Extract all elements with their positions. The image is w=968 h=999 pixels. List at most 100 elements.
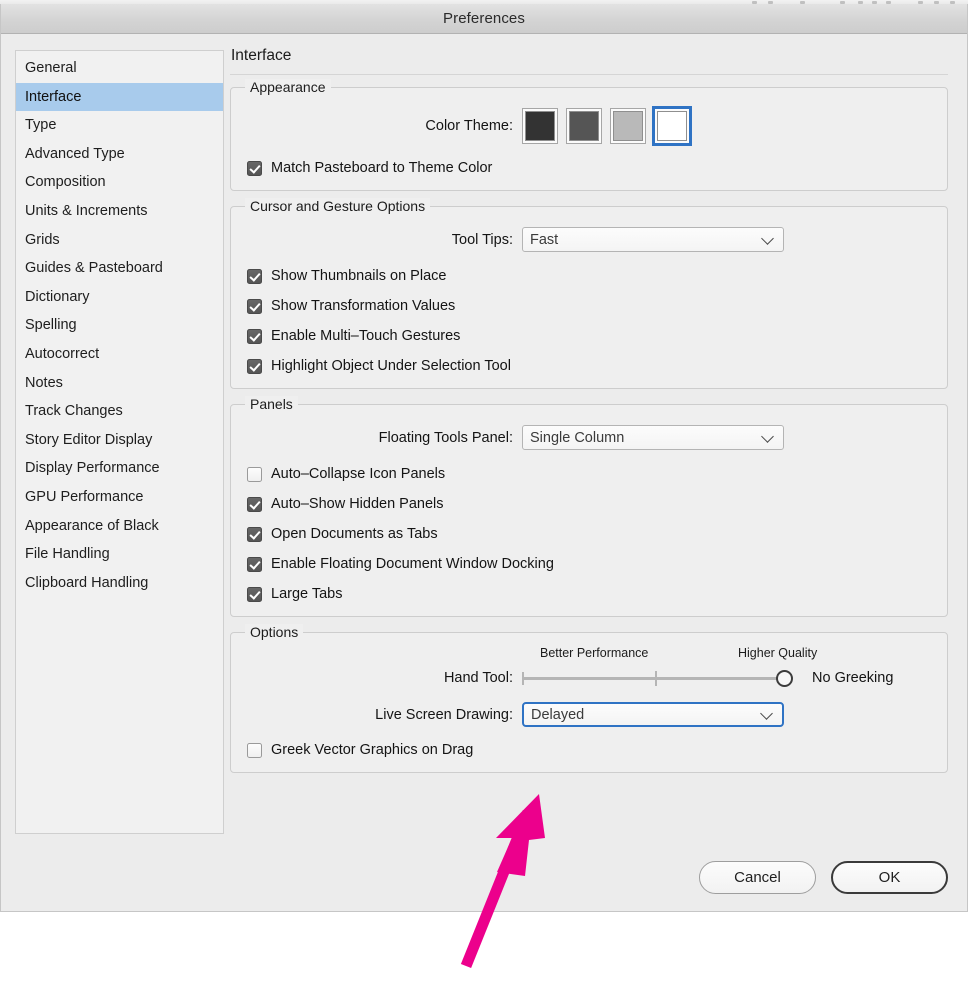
color-theme-label: Color Theme:	[425, 118, 513, 134]
panels-checkbox-1[interactable]	[247, 496, 262, 512]
cursor-checkbox-row-3[interactable]: Highlight Object Under Selection Tool	[247, 358, 931, 374]
color-theme-swatch-light[interactable]	[610, 108, 646, 144]
panels-checkbox-label-2: Open Documents as Tabs	[271, 526, 438, 542]
match-pasteboard-label: Match Pasteboard to Theme Color	[271, 160, 493, 176]
sidebar-item-label: General	[25, 60, 77, 76]
sidebar-item-composition[interactable]: Composition	[16, 168, 223, 197]
sidebar-item-grids[interactable]: Grids	[16, 226, 223, 255]
cursor-gesture-group: Cursor and Gesture Options Tool Tips: Fa…	[230, 198, 948, 389]
options-group: Options Better Performance Higher Qualit…	[230, 624, 948, 773]
sidebar-item-spelling[interactable]: Spelling	[16, 311, 223, 340]
sidebar-item-appearance-of-black[interactable]: Appearance of Black	[16, 512, 223, 541]
floating-tools-select[interactable]: Single Column	[522, 425, 784, 450]
cancel-button[interactable]: Cancel	[699, 861, 816, 894]
cursor-checkbox-list: Show Thumbnails on Place Show Transformat…	[247, 268, 931, 374]
preferences-category-list[interactable]: General Interface Type Advanced Type Composi…	[15, 50, 224, 834]
greek-vector-checkbox[interactable]	[247, 742, 262, 758]
panels-checkbox-row-4[interactable]: Large Tabs	[247, 586, 931, 602]
sidebar-item-dictionary[interactable]: Dictionary	[16, 283, 223, 312]
greek-vector-checkbox-row[interactable]: Greek Vector Graphics on Drag	[247, 742, 931, 758]
slider-middle-tick	[655, 671, 657, 686]
sidebar-item-label: Advanced Type	[25, 145, 125, 162]
panels-checkbox-4[interactable]	[247, 586, 262, 602]
panels-checkbox-row-3[interactable]: Enable Floating Document Window Docking	[247, 556, 931, 572]
cursor-checkbox-row-0[interactable]: Show Thumbnails on Place	[247, 268, 931, 284]
panels-checkbox-label-1: Auto–Show Hidden Panels	[271, 496, 444, 512]
sidebar-item-gpu-performance[interactable]: GPU Performance	[16, 483, 223, 512]
sidebar-item-label: Track Changes	[25, 403, 123, 420]
color-theme-swatch-lightest[interactable]	[652, 106, 692, 146]
live-screen-drawing-select[interactable]: Delayed	[522, 702, 784, 727]
floating-tools-label: Floating Tools Panel:	[378, 429, 513, 446]
panels-checkbox-row-2[interactable]: Open Documents as Tabs	[247, 526, 931, 542]
sidebar-item-story-editor-display[interactable]: Story Editor Display	[16, 426, 223, 455]
sidebar-item-label: Interface	[25, 88, 82, 105]
cursor-checkbox-row-2[interactable]: Enable Multi–Touch Gestures	[247, 328, 931, 344]
sidebar-item-type[interactable]: Type	[16, 111, 223, 140]
slider-thumb[interactable]	[776, 670, 793, 687]
sidebar-item-label: Units & Increments	[25, 202, 148, 219]
color-theme-swatch-dark[interactable]	[522, 108, 558, 144]
color-theme-swatch-medium-dark[interactable]	[566, 108, 602, 144]
sidebar-item-interface[interactable]: Interface	[16, 82, 223, 112]
cursor-checkbox-1[interactable]	[247, 298, 262, 314]
cursor-checkbox-2[interactable]	[247, 328, 262, 344]
slider-start-tick	[522, 672, 524, 685]
hand-tool-row: Hand Tool: No Greeking	[247, 667, 931, 689]
color-theme-swatches[interactable]	[522, 106, 692, 146]
tool-tips-value: Fast	[530, 231, 559, 248]
cursor-checkbox-row-1[interactable]: Show Transformation Values	[247, 298, 931, 314]
sidebar-item-label: Type	[25, 117, 57, 134]
preferences-dialog: Preferences General Interface Type Advanced…	[0, 4, 968, 912]
sidebar-item-label: Spelling	[25, 317, 77, 334]
sidebar-item-units-increments[interactable]: Units & Increments	[16, 197, 223, 226]
panels-legend: Panels	[245, 396, 298, 412]
floating-tools-value: Single Column	[530, 429, 625, 446]
slider-right-label: Higher Quality	[738, 646, 818, 660]
color-theme-row: Color Theme:	[247, 106, 931, 146]
sidebar-item-autocorrect[interactable]: Autocorrect	[16, 340, 223, 369]
cursor-checkbox-3[interactable]	[247, 358, 262, 374]
sidebar-item-label: Appearance of Black	[25, 517, 159, 534]
hand-tool-value: No Greeking	[812, 670, 894, 686]
tool-tips-row: Tool Tips: Fast	[247, 227, 931, 252]
panels-checkbox-row-1[interactable]: Auto–Show Hidden Panels	[247, 496, 931, 512]
sidebar-item-file-handling[interactable]: File Handling	[16, 540, 223, 569]
cursor-checkbox-label-3: Highlight Object Under Selection Tool	[271, 358, 511, 374]
match-pasteboard-checkbox[interactable]	[247, 160, 262, 176]
panels-checkbox-row-0[interactable]: Auto–Collapse Icon Panels	[247, 466, 931, 482]
sidebar-item-guides-pasteboard[interactable]: Guides & Pasteboard	[16, 254, 223, 283]
sidebar-item-track-changes[interactable]: Track Changes	[16, 397, 223, 426]
cursor-checkbox-0[interactable]	[247, 268, 262, 284]
swatch-fill	[657, 111, 687, 141]
sidebar-item-label: Dictionary	[25, 288, 90, 305]
sidebar-item-label: Grids	[25, 231, 60, 248]
greek-vector-label: Greek Vector Graphics on Drag	[271, 742, 474, 758]
sidebar-item-clipboard-handling[interactable]: Clipboard Handling	[16, 569, 223, 598]
swatch-fill	[569, 111, 599, 141]
dialog-footer: Cancel OK	[699, 861, 948, 894]
sidebar-item-label: Autocorrect	[25, 345, 100, 362]
ok-button[interactable]: OK	[831, 861, 948, 894]
sidebar-item-label: GPU Performance	[25, 488, 144, 505]
cursor-checkbox-label-1: Show Transformation Values	[271, 298, 456, 314]
panels-checkbox-0[interactable]	[247, 466, 262, 482]
swatch-fill	[613, 111, 643, 141]
sidebar-item-notes[interactable]: Notes	[16, 369, 223, 398]
panels-checkbox-label-0: Auto–Collapse Icon Panels	[271, 466, 446, 482]
sidebar-item-advanced-type[interactable]: Advanced Type	[16, 140, 223, 169]
sidebar-item-label: Display Performance	[25, 460, 160, 477]
sidebar-item-display-performance[interactable]: Display Performance	[16, 454, 223, 483]
sidebar-item-general[interactable]: General	[16, 54, 223, 83]
dialog-titlebar[interactable]: Preferences	[1, 4, 967, 34]
match-pasteboard-checkbox-row[interactable]: Match Pasteboard to Theme Color	[247, 160, 931, 176]
appearance-legend: Appearance	[245, 79, 331, 95]
panels-checkbox-2[interactable]	[247, 526, 262, 542]
panels-checkbox-3[interactable]	[247, 556, 262, 572]
sidebar-item-label: Composition	[25, 174, 106, 191]
preferences-pane: Interface Appearance Color Theme: Match …	[224, 34, 967, 911]
slider-endpoint-labels: Better Performance Higher Quality	[522, 646, 822, 666]
hand-tool-slider[interactable]	[522, 667, 800, 689]
tool-tips-select[interactable]: Fast	[522, 227, 784, 252]
chevron-down-icon	[760, 706, 773, 720]
